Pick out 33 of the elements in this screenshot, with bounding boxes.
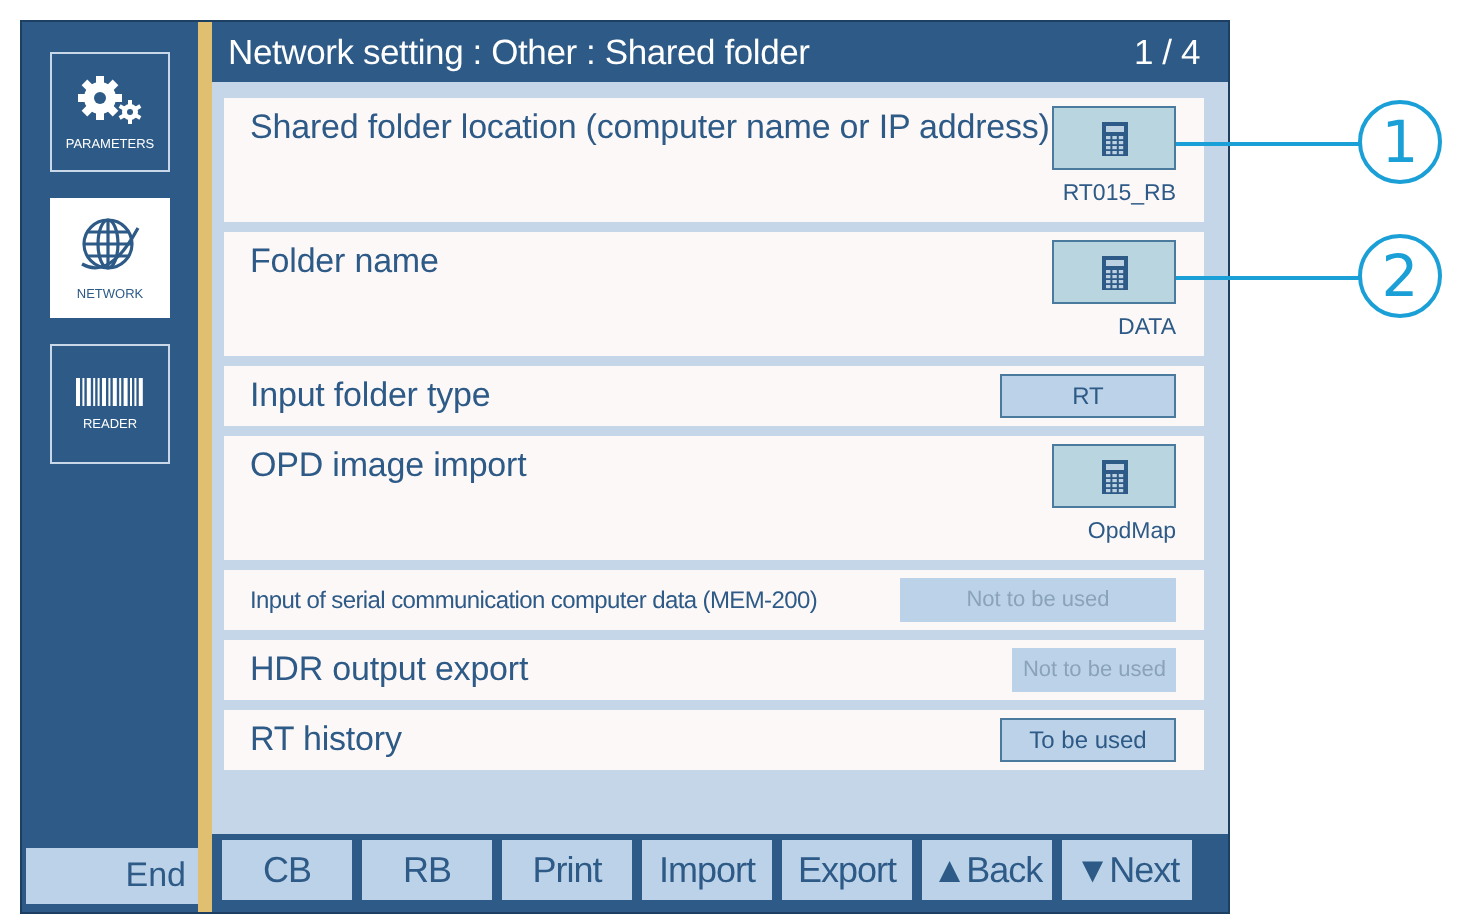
screen-title: Network setting : Other : Shared folder: [228, 31, 810, 73]
calculator-button[interactable]: [1052, 240, 1176, 304]
calculator-button[interactable]: [1052, 106, 1176, 170]
footer-button[interactable]: Export: [782, 840, 912, 900]
page-number: 1 / 4: [1133, 31, 1200, 73]
setting-value: RT015_RB: [1062, 180, 1176, 208]
setting-value: DATA: [1118, 314, 1176, 342]
end-button[interactable]: End: [26, 848, 198, 904]
footer-button[interactable]: RB: [362, 840, 492, 900]
footer-button[interactable]: ▲Back: [922, 840, 1052, 900]
setting-label: OPD image import: [250, 444, 527, 488]
callout-number: 1: [1358, 100, 1442, 184]
calculator-icon: [1101, 459, 1127, 493]
footer-button[interactable]: ▼Next: [1062, 840, 1192, 900]
calculator-button[interactable]: [1052, 444, 1176, 508]
setting-label: Input of serial communication computer data (MEM-200): [250, 584, 818, 618]
setting-label: Shared folder location (computer name or IP address): [250, 106, 1050, 150]
setting-label: RT history: [250, 718, 402, 762]
footer-button[interactable]: CB: [222, 840, 352, 900]
barcode-icon: [75, 377, 145, 405]
calculator-icon: [1101, 255, 1127, 289]
setting-value: OpdMap: [1087, 518, 1176, 546]
globe-icon: [78, 215, 142, 275]
value-button[interactable]: To be used: [1000, 718, 1176, 762]
footer-button[interactable]: Import: [642, 840, 772, 900]
setting-label: HDR output export: [250, 648, 529, 692]
value-button[interactable]: RT: [1000, 374, 1176, 418]
callout-number: 2: [1358, 234, 1442, 318]
gears-icon: [76, 73, 144, 125]
footer-button[interactable]: Print: [502, 840, 632, 900]
setting-label: Input folder type: [250, 374, 491, 418]
setting-label: Folder name: [250, 240, 439, 284]
calculator-icon: [1101, 121, 1127, 155]
